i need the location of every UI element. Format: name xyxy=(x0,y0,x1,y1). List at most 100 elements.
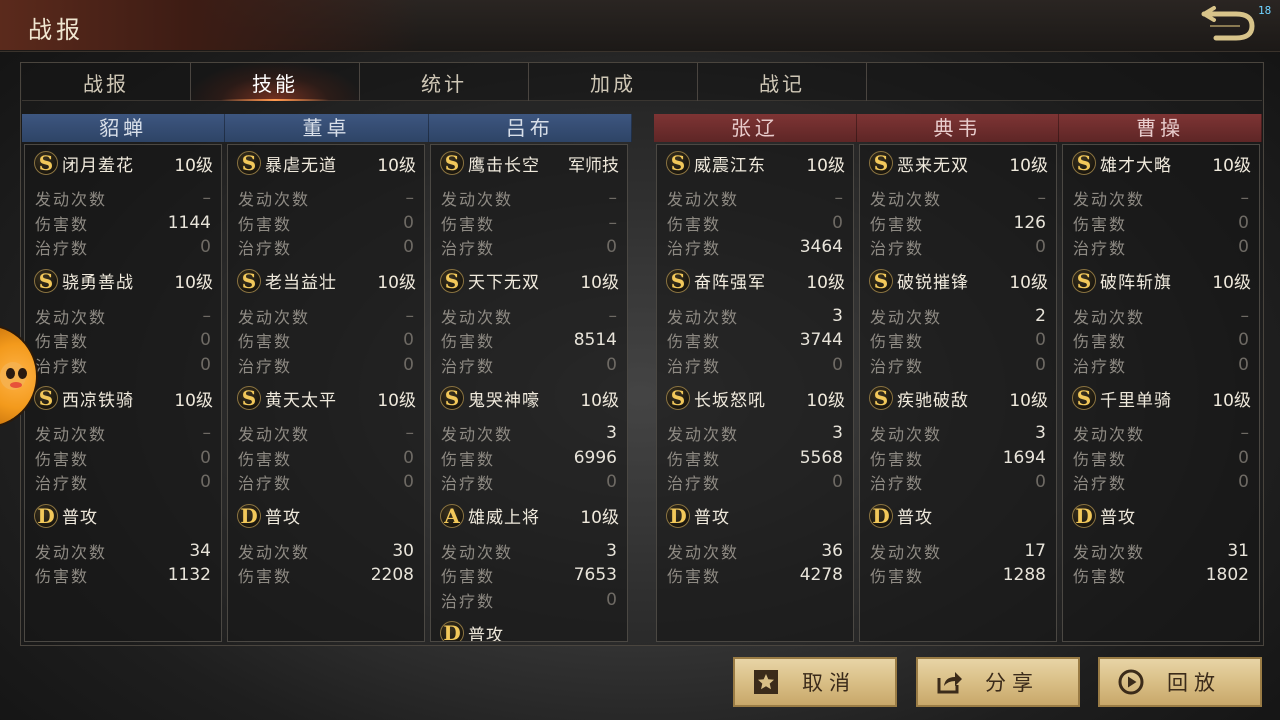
stat-row: 发动次数 36 xyxy=(657,539,853,563)
skill-row[interactable]: S 骁勇善战 10级 xyxy=(25,266,221,296)
general-column[interactable]: S 暴虐无道 10级 发动次数 – 伤害数 0 治疗数 0 S 老当益壮 10级 发动次数 – 伤害数 0 治疗… xyxy=(227,144,425,642)
skill-row[interactable]: S 雄才大略 10级 xyxy=(1063,148,1259,178)
stat-value: 0 xyxy=(200,330,211,350)
skill-row[interactable]: D 普攻 xyxy=(228,501,424,531)
stat-label: 治疗数 xyxy=(441,591,496,611)
skill-row[interactable]: S 长坂怒吼 10级 xyxy=(657,383,853,413)
general-column[interactable]: S 威震江东 10级 发动次数 – 伤害数 0 治疗数 3464 S 奋阵强军 10级 发动次数 3 伤害数… xyxy=(656,144,854,642)
tab-battle-log[interactable]: 战记 xyxy=(698,63,867,101)
skill-row[interactable]: S 西凉铁骑 10级 xyxy=(25,383,221,413)
skill-row[interactable]: A 雄威上将 10级 xyxy=(431,501,627,531)
general-name: 张辽 xyxy=(654,114,857,142)
stat-row: 伤害数 7653 xyxy=(431,563,627,587)
stat-value: – xyxy=(1240,423,1250,443)
back-button[interactable] xyxy=(1196,4,1260,46)
skill-rank-badge: S xyxy=(440,151,464,175)
stat-value: 1694 xyxy=(1002,447,1046,468)
skill-rank-badge: D xyxy=(440,621,464,641)
tab-statistics[interactable]: 统计 xyxy=(360,63,529,101)
stat-label: 伤害数 xyxy=(667,449,722,469)
skill-row[interactable]: S 威震江东 10级 xyxy=(657,148,853,178)
stat-label: 伤害数 xyxy=(441,214,496,234)
skill-row[interactable]: D 普攻 xyxy=(25,501,221,531)
skill-row[interactable]: S 疾驰破敌 10级 xyxy=(860,383,1056,413)
skill-name: 恶来无双 xyxy=(897,155,969,176)
general-column[interactable]: S 雄才大略 10级 发动次数 – 伤害数 0 治疗数 0 S 破阵斩旗 10级 发动次数 – 伤害数 0 治疗… xyxy=(1062,144,1260,642)
stat-row: 发动次数 3 xyxy=(860,421,1056,445)
skill-row[interactable]: S 鹰击长空 军师技 xyxy=(431,148,627,178)
stat-label: 发动次数 xyxy=(35,542,108,562)
skill-rank-badge: S xyxy=(1072,386,1096,410)
stat-value: 0 xyxy=(606,354,617,375)
cancel-button[interactable]: 取消 xyxy=(733,657,897,707)
skill-rank-badge: D xyxy=(34,503,58,528)
stat-label: 发动次数 xyxy=(441,542,514,562)
stat-label: 伤害数 xyxy=(238,449,293,469)
blue-team-header: 貂蝉 董卓 吕布 xyxy=(22,114,632,142)
skill-row[interactable]: S 奋阵强军 10级 xyxy=(657,266,853,296)
skill-row[interactable]: D 普攻 xyxy=(657,501,853,531)
skill-name: 破锐摧锋 xyxy=(897,273,969,293)
stat-label: 发动次数 xyxy=(667,542,740,562)
stat-label: 治疗数 xyxy=(667,239,722,258)
skill-row[interactable]: S 天下无双 10级 xyxy=(431,266,627,296)
stat-row: 伤害数 126 xyxy=(860,211,1056,235)
stat-label: 伤害数 xyxy=(667,567,722,586)
stat-value: 0 xyxy=(403,237,414,257)
stat-label: 发动次数 xyxy=(1073,542,1146,562)
skill-name: 破阵斩旗 xyxy=(1100,273,1172,293)
skill-name: 暴虐无道 xyxy=(265,155,337,176)
stat-label: 伤害数 xyxy=(870,449,925,469)
skill-row[interactable]: S 破阵斩旗 10级 xyxy=(1063,266,1259,296)
stat-row: 伤害数 1144 xyxy=(25,211,221,235)
skill-level: 10级 xyxy=(377,273,416,293)
stat-row: 伤害数 1694 xyxy=(860,446,1056,470)
stat-row: 发动次数 30 xyxy=(228,539,424,563)
stat-value: 0 xyxy=(1035,237,1046,257)
general-column[interactable]: S 鹰击长空 军师技 发动次数 – 伤害数 – 治疗数 0 S 天下无双 10级 发动次数 – 伤害数 851… xyxy=(430,144,628,642)
replay-button[interactable]: 回放 xyxy=(1098,657,1262,707)
stat-row: 治疗数 0 xyxy=(431,588,627,612)
general-name: 董卓 xyxy=(225,114,429,142)
skill-name: 普攻 xyxy=(694,508,730,528)
stat-value: – xyxy=(608,212,618,233)
stat-label: 伤害数 xyxy=(441,567,496,586)
stat-row: 治疗数 0 xyxy=(860,235,1056,259)
skill-rank-badge: S xyxy=(34,151,58,175)
stat-label: 伤害数 xyxy=(35,449,90,469)
skill-row[interactable]: S 破锐摧锋 10级 xyxy=(860,266,1056,296)
skill-row[interactable]: S 恶来无双 10级 xyxy=(860,148,1056,178)
stat-label: 治疗数 xyxy=(1073,474,1128,493)
general-column[interactable]: S 闭月羞花 10级 发动次数 – 伤害数 1144 治疗数 0 S 骁勇善战 10级 发动次数 – 伤害数… xyxy=(24,144,222,642)
stat-row: 治疗数 0 xyxy=(431,235,627,259)
skill-row[interactable]: S 黄天太平 10级 xyxy=(228,383,424,413)
stat-value: 1144 xyxy=(167,212,211,233)
skill-name: 黄天太平 xyxy=(265,390,337,411)
skill-row[interactable]: S 鬼哭神嚎 10级 xyxy=(431,383,627,413)
skill-rank-badge: S xyxy=(34,268,58,293)
skill-row[interactable]: S 暴虐无道 10级 xyxy=(228,148,424,178)
stat-value: – xyxy=(608,305,618,326)
tab-skills[interactable]: 技能 xyxy=(191,63,360,101)
skill-row[interactable]: D 普攻 xyxy=(860,501,1056,531)
skill-rank-badge: S xyxy=(440,386,464,410)
stat-label: 发动次数 xyxy=(441,425,514,444)
stat-label: 发动次数 xyxy=(441,307,514,327)
stat-value: 8514 xyxy=(573,330,617,350)
tab-bonus[interactable]: 加成 xyxy=(529,63,698,101)
stat-label: 伤害数 xyxy=(238,214,293,234)
stat-label: 伤害数 xyxy=(238,332,293,351)
skill-row[interactable]: S 千里单骑 10级 xyxy=(1063,383,1259,413)
skill-row[interactable]: D 普攻 xyxy=(1063,501,1259,531)
stat-label: 发动次数 xyxy=(667,190,740,209)
stat-row: 伤害数 0 xyxy=(1063,328,1259,352)
general-column[interactable]: S 恶来无双 10级 发动次数 – 伤害数 126 治疗数 0 S 破锐摧锋 10级 发动次数 2 伤害数 0… xyxy=(859,144,1057,642)
tab-battle-report[interactable]: 战报 xyxy=(22,63,191,101)
stat-label: 治疗数 xyxy=(441,239,496,258)
skill-row[interactable]: D 普攻 xyxy=(431,618,627,641)
share-button[interactable]: 分享 xyxy=(916,657,1080,707)
stat-value: 0 xyxy=(403,472,414,492)
skill-row[interactable]: S 老当益壮 10级 xyxy=(228,266,424,296)
skill-row[interactable]: S 闭月羞花 10级 xyxy=(25,148,221,178)
skill-name: 雄威上将 xyxy=(468,508,540,528)
